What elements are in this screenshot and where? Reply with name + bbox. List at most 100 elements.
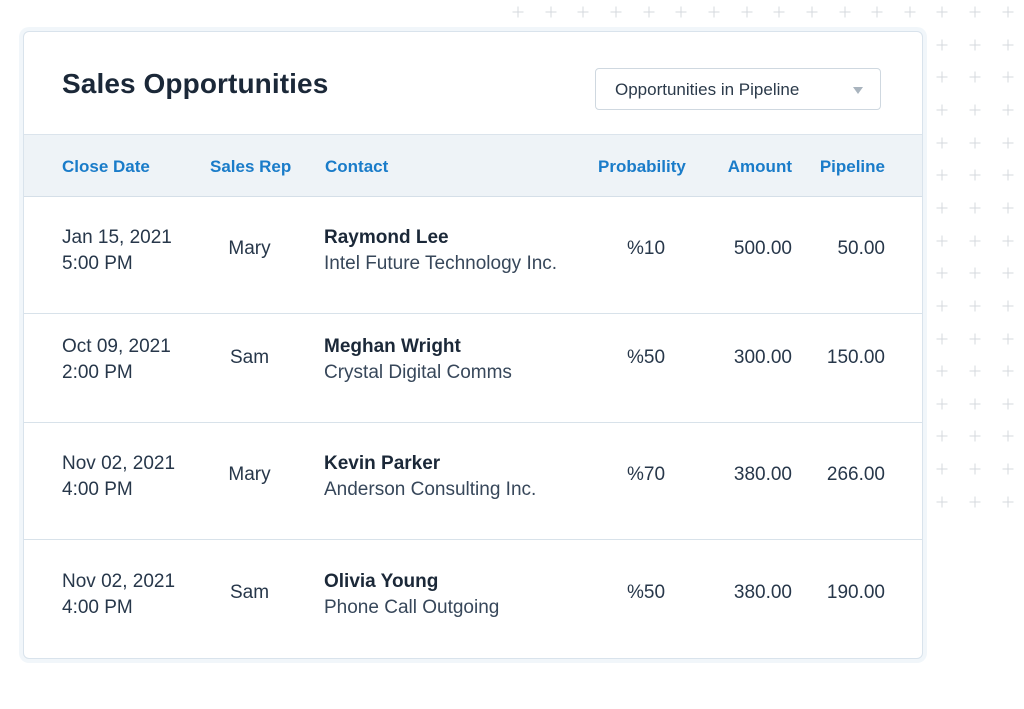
contact-cell: Kevin Parker Anderson Consulting Inc.: [324, 451, 536, 503]
plus-icon: [1002, 300, 1014, 312]
probability-cell: %50: [626, 582, 666, 603]
probability-cell: %70: [626, 464, 666, 485]
pipeline-cell: 50.00: [837, 238, 885, 259]
contact-name[interactable]: Raymond Lee: [324, 225, 557, 251]
pipeline-cell: 190.00: [826, 582, 885, 603]
contact-cell: Olivia Young Phone Call Outgoing: [324, 569, 499, 621]
amount-cell: 380.00: [733, 582, 792, 603]
plus-icon: [1002, 333, 1014, 344]
plus-icon: [969, 71, 981, 83]
plus-icon: [806, 6, 818, 18]
plus-icon: [643, 6, 655, 18]
plus-icon: [936, 463, 948, 475]
plus-icon: [936, 496, 948, 508]
plus-icon: [675, 6, 687, 18]
plus-icon: [1002, 235, 1014, 247]
plus-icon: [1002, 430, 1014, 442]
probability-cell: %10: [626, 238, 666, 259]
amount-cell: 500.00: [733, 238, 792, 259]
column-header-sales-rep[interactable]: Sales Rep: [210, 157, 291, 177]
plus-icon: [936, 6, 948, 18]
pipeline-cell: 150.00: [826, 347, 885, 368]
plus-icon: [741, 6, 753, 18]
contact-cell: Meghan Wright Crystal Digital Comms: [324, 334, 512, 386]
column-header-probability[interactable]: Probability: [598, 157, 686, 177]
column-header-pipeline[interactable]: Pipeline: [820, 157, 885, 177]
table-row[interactable]: Nov 02, 2021 4:00 PM Sam Olivia Young Ph…: [24, 541, 922, 658]
column-header-contact[interactable]: Contact: [325, 157, 388, 177]
plus-icon: [969, 235, 981, 247]
plus-icon: [1002, 267, 1014, 279]
plus-icon: [936, 333, 948, 344]
plus-icon: [936, 365, 948, 377]
plus-icon: [969, 39, 981, 51]
plus-icon: [969, 104, 981, 116]
amount-cell: 300.00: [733, 347, 792, 368]
plus-icon: [936, 202, 948, 214]
plus-icon: [969, 169, 981, 181]
plus-icon: [969, 430, 981, 442]
plus-icon: [1002, 104, 1014, 116]
pipeline-filter-dropdown[interactable]: Opportunities in Pipeline: [595, 68, 881, 110]
dropdown-selected-value: Opportunities in Pipeline: [615, 80, 800, 99]
pipeline-cell: 266.00: [826, 464, 885, 485]
plus-icon: [969, 365, 981, 377]
contact-name[interactable]: Olivia Young: [324, 569, 499, 595]
table-header: Close Date Sales Rep Contact Probability…: [24, 134, 922, 197]
plus-icon: [936, 39, 948, 51]
plus-icon: [1002, 137, 1014, 149]
plus-icon: [1002, 398, 1014, 410]
plus-icon: [969, 398, 981, 410]
plus-icon: [610, 6, 622, 18]
plus-icon: [904, 6, 916, 18]
plus-icon: [936, 300, 948, 312]
plus-icon: [545, 6, 557, 18]
card-title: Sales Opportunities: [62, 68, 329, 99]
plus-icon: [969, 300, 981, 312]
plus-icon: [969, 6, 981, 18]
column-header-amount[interactable]: Amount: [728, 157, 792, 177]
column-header-close-date[interactable]: Close Date: [62, 157, 150, 177]
plus-icon: [969, 137, 981, 149]
contact-company: Intel Future Technology Inc.: [324, 253, 558, 274]
plus-icon: [936, 104, 948, 116]
plus-icon: [1002, 71, 1014, 83]
plus-icon: [1002, 39, 1014, 51]
plus-icon: [871, 6, 883, 18]
plus-icon: [936, 430, 948, 442]
chevron-down-icon: [853, 87, 863, 94]
plus-icon: [936, 137, 948, 149]
plus-icon: [1002, 496, 1014, 508]
plus-icon: [708, 6, 720, 18]
contact-company: Phone Call Outgoing: [324, 597, 500, 618]
contact-name[interactable]: Kevin Parker: [324, 451, 536, 477]
plus-icon: [936, 267, 948, 279]
contact-company: Anderson Consulting Inc.: [324, 479, 537, 500]
plus-icon: [512, 6, 524, 18]
plus-icon: [969, 496, 981, 508]
contact-cell: Raymond Lee Intel Future Technology Inc.: [324, 225, 557, 277]
table-row[interactable]: Nov 02, 2021 4:00 PM Mary Kevin Parker A…: [24, 423, 922, 540]
plus-icon: [773, 6, 785, 18]
plus-icon: [969, 333, 981, 344]
contact-company: Crystal Digital Comms: [324, 362, 512, 383]
plus-icon: [1002, 169, 1014, 181]
plus-icon: [969, 202, 981, 214]
plus-icon: [969, 267, 981, 279]
plus-icon: [839, 6, 850, 18]
plus-icon: [1002, 6, 1014, 18]
probability-cell: %50: [626, 347, 666, 368]
plus-icon: [1002, 202, 1014, 214]
table-row[interactable]: Oct 09, 2021 2:00 PM Sam Meghan Wright C…: [24, 306, 922, 423]
plus-icon: [577, 6, 589, 18]
plus-icon: [936, 235, 948, 247]
plus-icon: [936, 169, 948, 181]
plus-icon: [936, 398, 948, 410]
table-row[interactable]: Jan 15, 2021 5:00 PM Mary Raymond Lee In…: [24, 197, 922, 314]
plus-icon: [1002, 365, 1014, 377]
plus-icon: [936, 71, 948, 83]
plus-icon: [969, 463, 981, 475]
contact-name[interactable]: Meghan Wright: [324, 334, 512, 360]
plus-icon: [1002, 463, 1014, 475]
sales-opportunities-card: Sales Opportunities Opportunities in Pip…: [23, 31, 923, 659]
